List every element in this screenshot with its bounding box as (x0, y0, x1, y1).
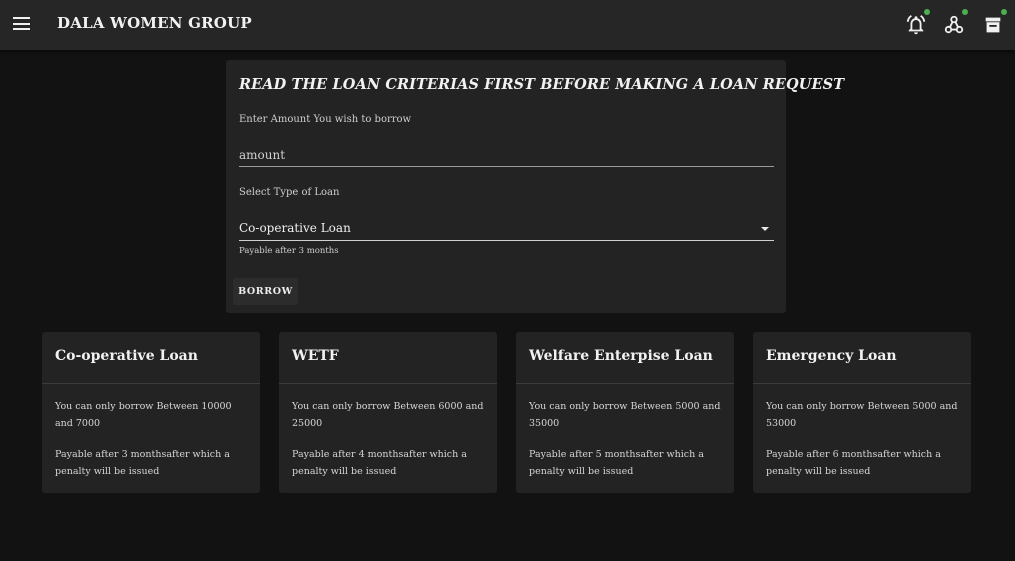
loan-card-title: Co-operative Loan (55, 348, 198, 364)
borrow-button[interactable]: BORROW (233, 278, 298, 305)
loan-card-title: Emergency Loan (766, 348, 897, 364)
inbox-icon[interactable] (982, 9, 1007, 36)
loan-card-range-text: You can only borrow Between 5000 and 350… (529, 401, 721, 429)
amount-label: Enter Amount You wish to borrow (239, 114, 412, 125)
loan-card-cooperative: Co-operative Loan You can only borrow Be… (42, 332, 260, 493)
loan-type-selected-value: Co-operative Loan (239, 221, 351, 235)
card-divider (42, 383, 260, 384)
loan-criteria-heading: READ THE LOAN CRITERIAS FIRST BEFORE MAK… (239, 76, 845, 93)
share-badge (962, 9, 968, 15)
loan-card-title: Welfare Enterpise Loan (529, 348, 713, 364)
loan-card-welfare-enterprise: Welfare Enterpise Loan You can only borr… (516, 332, 734, 493)
loan-card-range-text: You can only borrow Between 5000 and 530… (766, 401, 958, 429)
loan-card-penalty-text: Payable after 4 monthsafter which a pena… (292, 449, 467, 477)
card-divider (516, 383, 734, 384)
loan-request-panel: READ THE LOAN CRITERIAS FIRST BEFORE MAK… (226, 60, 844, 313)
loan-card-penalty-text: Payable after 3 monthsafter which a pena… (55, 449, 230, 477)
loan-type-helper-text: Payable after 3 months (239, 246, 339, 256)
amount-input[interactable] (239, 144, 774, 167)
app-title: DALA WOMEN GROUP (57, 14, 252, 32)
menu-icon[interactable] (13, 17, 30, 30)
notification-badge (924, 9, 930, 15)
loan-type-label: Select Type of Loan (239, 187, 340, 198)
loan-card-wetf: WETF You can only borrow Between 6000 an… (279, 332, 497, 493)
notification-bell-icon[interactable] (905, 9, 930, 36)
app-bar: DALA WOMEN GROUP (0, 0, 1015, 50)
card-divider (279, 383, 497, 384)
loan-card-penalty-text: Payable after 5 monthsafter which a pena… (529, 449, 704, 477)
loan-card-emergency: Emergency Loan You can only borrow Betwe… (753, 332, 971, 493)
loan-card-range-text: You can only borrow Between 6000 and 250… (292, 401, 484, 429)
loan-card-title: WETF (292, 348, 339, 364)
share-nodes-icon[interactable] (943, 9, 968, 36)
loan-card-range-text: You can only borrow Between 10000 and 70… (55, 401, 232, 429)
chevron-down-icon (761, 227, 769, 231)
loan-type-select[interactable]: Co-operative Loan (239, 218, 774, 241)
loan-card-penalty-text: Payable after 6 monthsafter which a pena… (766, 449, 941, 477)
card-divider (753, 383, 971, 384)
inbox-badge (1001, 9, 1007, 15)
